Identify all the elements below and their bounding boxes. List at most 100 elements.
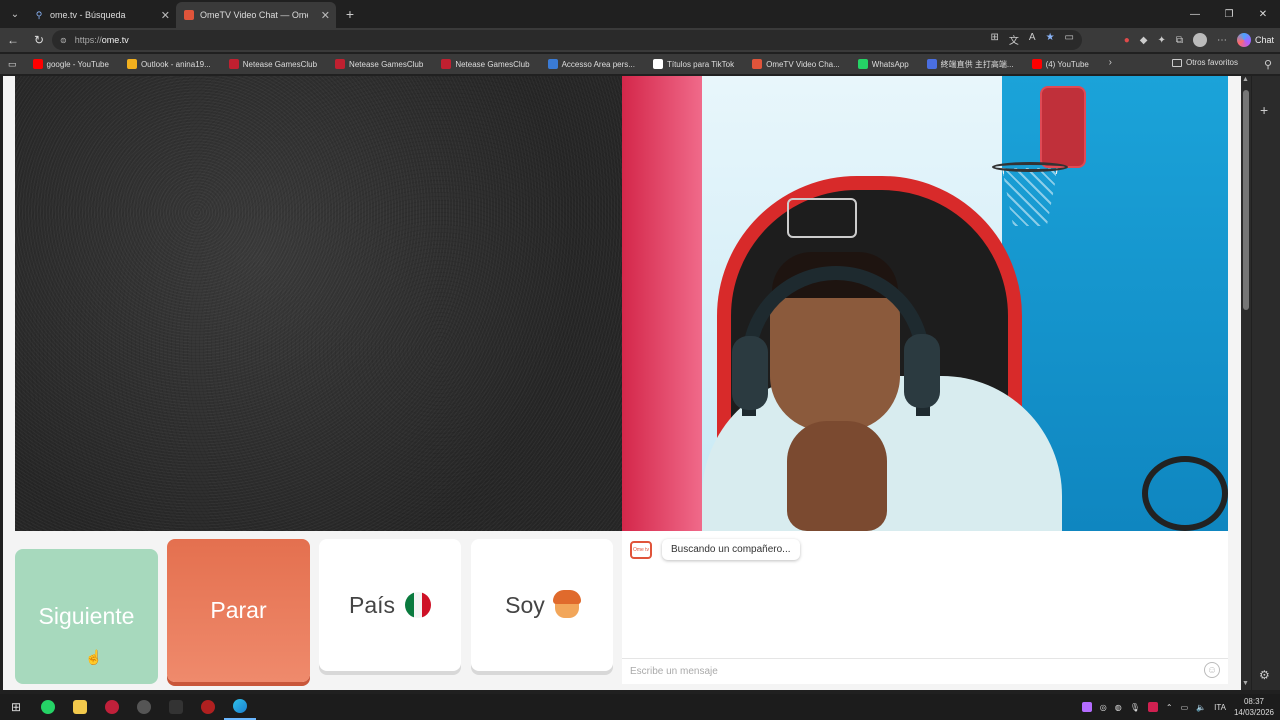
message-input[interactable]: Escribe un mensaje — [622, 658, 1228, 684]
tab-title: ome.tv - Búsqueda — [50, 10, 126, 20]
close-window-icon[interactable]: ✕ — [1246, 0, 1280, 28]
tab-search[interactable]: ⚲ ome.tv - Búsqueda ✕ — [26, 2, 176, 28]
bookmark-item[interactable]: Netease GamesClub — [441, 59, 530, 69]
country-button-label: País — [348, 591, 396, 618]
bookmark-item[interactable]: Netease GamesClub — [228, 59, 317, 69]
settings-icon[interactable]: ⚙ — [1259, 668, 1270, 682]
person-hand — [787, 421, 887, 531]
bookmark-item[interactable]: Netease GamesClub — [335, 59, 423, 69]
site-info-icon[interactable]: ⊜ — [60, 36, 67, 45]
tray-app-icon[interactable]: ◍ — [1115, 703, 1122, 712]
bookmarks-menu-icon[interactable]: ▭ — [8, 59, 17, 70]
more-menu-icon[interactable]: ⋯ — [1217, 35, 1227, 46]
back-icon[interactable]: ← — [0, 33, 26, 47]
taskbar-app[interactable] — [192, 694, 224, 720]
bookmark-item[interactable]: (4) YouTube — [1031, 59, 1089, 69]
language-indicator[interactable]: ITA — [1214, 703, 1226, 712]
profile-avatar[interactable] — [1192, 33, 1207, 47]
bookmarks-bar: ▭ google - YouTube Outlook - anina19... Ne… — [0, 54, 1280, 74]
add-sidebar-app-icon[interactable]: + — [1260, 102, 1268, 118]
microphone-icon[interactable]: 🎙 — [1130, 703, 1140, 712]
other-favorites[interactable]: Otros favoritos — [1171, 58, 1238, 67]
system-tray: ◎ ◍ 🎙 ⌃ ▭ 🔈 ITA 08:37 14/03/2026 — [1081, 694, 1274, 720]
bookmark-favicon-icon — [1031, 59, 1042, 69]
bookmark-item[interactable]: 終端直供 主打高端... — [926, 59, 1014, 70]
taskbar-app[interactable] — [128, 694, 160, 720]
emoji-picker-icon[interactable]: ☺ — [1204, 662, 1220, 678]
tray-app-icon[interactable]: ◎ — [1100, 703, 1107, 712]
self-video — [622, 76, 1228, 531]
collections-icon[interactable]: ⧉ — [1176, 35, 1183, 46]
start-button[interactable]: ⊞ — [0, 694, 32, 720]
scroll-down-icon[interactable]: ▼ — [1242, 680, 1249, 687]
folder-icon — [1171, 58, 1182, 67]
restore-icon[interactable]: ❐ — [1212, 0, 1246, 28]
search-icon: ⚲ — [35, 9, 43, 20]
bookmark-favicon-icon — [752, 59, 763, 69]
status-message: Buscando un compañero... — [662, 539, 800, 560]
country-button[interactable]: País — [319, 539, 461, 671]
bookmark-favicon-icon — [32, 59, 43, 69]
app-icon — [105, 700, 119, 714]
sidebar-search-icon[interactable]: ⚲ — [1264, 58, 1272, 71]
new-tab-button[interactable]: + — [340, 6, 360, 22]
mouse-cursor-icon: ☝ — [85, 649, 103, 665]
extensions-puzzle-icon[interactable]: ✦ — [1157, 35, 1165, 46]
toolbar-right: ● ◆ ✦ ⧉ ⋯ Chat — [1124, 30, 1274, 50]
stop-button[interactable]: Parar — [167, 539, 310, 682]
bookmark-item[interactable]: google - YouTube — [32, 59, 109, 69]
bookmark-item[interactable]: Accesso Area pers... — [547, 59, 635, 69]
basketball-hoop — [992, 162, 1068, 172]
app-icon — [201, 700, 215, 714]
clock[interactable]: 08:37 14/03/2026 — [1234, 696, 1274, 718]
volume-icon[interactable]: 🔈 — [1196, 703, 1206, 712]
extension-icon[interactable]: ● — [1124, 35, 1130, 46]
bookmark-label: Accesso Area pers... — [561, 59, 635, 69]
chevron-up-icon[interactable]: ⌃ — [1166, 703, 1173, 712]
reload-icon[interactable]: ↻ — [26, 33, 52, 47]
camera-icon[interactable]: ▭ — [1065, 32, 1074, 47]
app-icon — [169, 700, 183, 714]
chevron-right-icon[interactable]: › — [1109, 57, 1112, 68]
bookmark-item[interactable]: OmeTV Video Cha... — [752, 59, 840, 69]
minimize-icon[interactable]: — — [1178, 0, 1212, 28]
clock-time: 08:37 — [1243, 697, 1264, 706]
video-static-noise — [15, 76, 622, 531]
taskbar-app[interactable] — [160, 694, 192, 720]
taskbar-whatsapp[interactable] — [32, 694, 64, 720]
tab-search-button[interactable]: ⌄ — [4, 4, 26, 24]
favorite-star-icon[interactable]: ★ — [1046, 32, 1055, 47]
taskbar-file-explorer[interactable] — [64, 694, 96, 720]
other-favorites-label: Otros favoritos — [1185, 58, 1238, 67]
apps-icon[interactable]: ⊞ — [991, 32, 999, 47]
chat-button-label: Chat — [1254, 35, 1274, 45]
bookmark-item[interactable]: Títulos para TikTok — [652, 59, 734, 69]
page-scrollbar[interactable]: ▲ ▼ — [1241, 76, 1251, 690]
bookmark-item[interactable]: Outlook - anina19... — [126, 59, 211, 69]
extension-icon[interactable]: ◆ — [1140, 35, 1148, 46]
bookmark-label: WhatsApp — [871, 59, 909, 69]
close-icon[interactable]: ✕ — [321, 9, 330, 22]
ometv-icon — [184, 10, 194, 20]
tab-ometv[interactable]: OmeTV Video Chat — Omegl ✕ — [176, 2, 336, 28]
taskbar-app[interactable] — [96, 694, 128, 720]
tray-app-icon[interactable] — [1147, 702, 1158, 712]
scroll-up-icon[interactable]: ▲ — [1242, 76, 1249, 83]
next-button[interactable]: Siguiente ☝ — [15, 549, 158, 684]
partner-video — [15, 76, 622, 531]
copilot-chat-button[interactable]: Chat — [1236, 33, 1274, 47]
bookmark-label: OmeTV Video Cha... — [766, 59, 840, 69]
taskbar-edge[interactable] — [224, 694, 256, 720]
windows-icon: ⊞ — [10, 700, 22, 714]
close-icon[interactable]: ✕ — [161, 9, 170, 22]
address-bar[interactable]: ⊜ https:// ome.tv ⊞ 文 A ★ ▭ — [52, 30, 1082, 50]
tray-app-icon[interactable] — [1081, 702, 1092, 712]
bookmark-favicon-icon — [228, 59, 239, 69]
translate-icon[interactable]: 文 — [1009, 32, 1019, 47]
network-icon[interactable]: ▭ — [1181, 703, 1189, 712]
scrollbar-thumb[interactable] — [1243, 90, 1249, 310]
background-wall — [622, 76, 702, 531]
bookmark-item[interactable]: WhatsApp — [857, 59, 909, 69]
gender-button[interactable]: Soy — [471, 539, 613, 671]
read-aloud-icon[interactable]: A — [1029, 32, 1036, 47]
